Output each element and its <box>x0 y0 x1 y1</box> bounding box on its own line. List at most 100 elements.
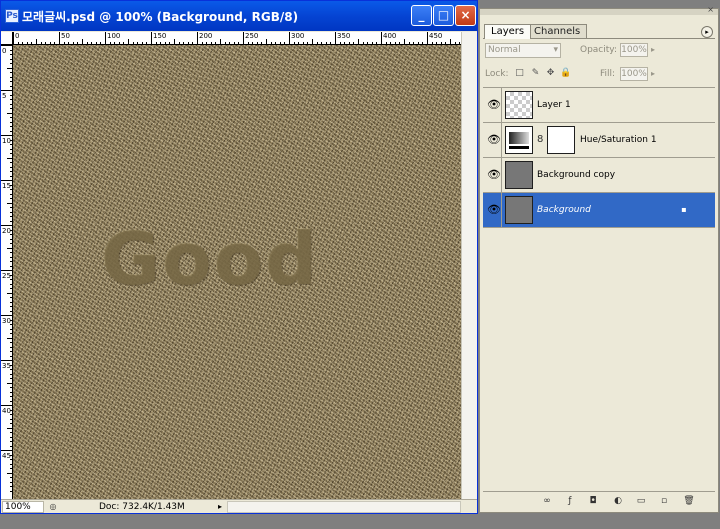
status-bar: 100% ◎ Doc: 732.4K/1.43M ▸ <box>1 499 477 513</box>
layer-thumbnail[interactable] <box>505 196 533 224</box>
photoshop-app-icon[interactable]: Ps <box>5 9 19 23</box>
new-group-icon[interactable]: ▭ <box>634 495 648 507</box>
ruler-major-tick <box>1 135 12 136</box>
ruler-label: 0 <box>2 47 7 55</box>
layer-row-hue-saturation-1[interactable]: 👁 8 Hue/Saturation 1 <box>483 123 715 158</box>
horizontal-scrollbar[interactable] <box>227 501 461 513</box>
layer-thumbnail[interactable] <box>505 91 533 119</box>
fill-field[interactable]: 100% <box>620 67 648 81</box>
layer-row-background[interactable]: 👁 Background ▪ <box>483 193 715 228</box>
link-chain-icon[interactable]: 8 <box>537 134 543 145</box>
vertical-ruler[interactable]: 0 5 10 15 20 25 30 35 40 45 <box>1 45 13 499</box>
new-adjustment-layer-icon[interactable]: ◐ <box>611 495 625 507</box>
visibility-eye-icon[interactable]: 👁 <box>487 204 501 216</box>
ruler-origin[interactable] <box>1 32 13 45</box>
ruler-major-tick <box>243 32 244 44</box>
ruler-major-tick <box>1 45 12 46</box>
document-size-info: Doc: 732.4K/1.43M <box>99 502 185 512</box>
eye-column-divider <box>501 123 502 158</box>
adjustment-layer-icon[interactable] <box>505 126 533 154</box>
ruler-major-tick <box>1 360 12 361</box>
layer-name[interactable]: Layer 1 <box>537 99 571 111</box>
ruler-label: 0 <box>15 32 20 40</box>
ruler-label: 200 <box>199 32 213 40</box>
lock-all-icon[interactable]: 🔒 <box>560 68 571 79</box>
eye-column-divider <box>501 88 502 123</box>
histogram-base <box>509 146 529 149</box>
layers-palette: × Layers Channels ▸ Normal ▾ Opacity: 10… <box>479 5 719 513</box>
ruler-major-tick <box>1 225 12 226</box>
lock-position-icon[interactable]: ✥ <box>545 68 556 79</box>
ruler-major-tick <box>1 450 12 451</box>
image-canvas[interactable]: Good <box>13 45 461 499</box>
title-bar[interactable]: Ps 모래글씨.psd @ 100% (Background, RGB/8) _… <box>1 1 477 31</box>
visibility-eye-icon[interactable]: 👁 <box>487 169 501 181</box>
layer-lock-icon: ▪ <box>681 205 687 214</box>
tab-channels[interactable]: Channels <box>527 24 588 38</box>
blend-mode-select[interactable]: Normal ▾ <box>485 43 561 58</box>
layer-name[interactable]: Hue/Saturation 1 <box>580 134 657 146</box>
ruler-major-tick <box>1 90 12 91</box>
horizontal-ruler[interactable]: 0 50 100 150 200 250 300 350 400 450 <box>13 32 461 45</box>
visibility-eye-icon[interactable]: 👁 <box>487 99 501 111</box>
palette-close-icon[interactable]: × <box>707 5 714 14</box>
ruler-label: 100 <box>107 32 121 40</box>
eye-column-divider <box>501 158 502 193</box>
visibility-eye-icon[interactable]: 👁 <box>487 134 501 146</box>
opacity-field[interactable]: 100% <box>620 43 648 57</box>
ruler-major-tick <box>13 32 14 44</box>
layer-row-background-copy[interactable]: 👁 Background copy <box>483 158 715 193</box>
status-info-icon[interactable]: ◎ <box>47 502 59 512</box>
new-layer-icon[interactable]: ▫ <box>657 495 671 507</box>
ruler-label: 150 <box>153 32 167 40</box>
document-title: 모래글씨.psd @ 100% (Background, RGB/8) <box>22 10 299 24</box>
layer-mask-thumbnail[interactable] <box>547 126 575 154</box>
layer-style-icon[interactable]: ƒ <box>563 495 577 507</box>
sand-text-good: Good <box>101 217 319 301</box>
ruler-major-tick <box>59 32 60 44</box>
lock-transparent-icon[interactable]: □ <box>514 68 525 79</box>
layer-name[interactable]: Background copy <box>537 169 615 181</box>
add-mask-icon[interactable]: ◘ <box>586 495 600 507</box>
palette-grip[interactable]: × <box>480 5 718 15</box>
ruler-label: 350 <box>337 32 351 40</box>
tab-layers[interactable]: Layers <box>484 24 532 39</box>
ruler-major-tick <box>1 405 12 406</box>
ruler-label: 450 <box>429 32 443 40</box>
ruler-label: 300 <box>291 32 305 40</box>
ruler-major-tick <box>151 32 152 44</box>
ruler-major-tick <box>335 32 336 44</box>
layer-name[interactable]: Background <box>537 204 591 216</box>
zoom-level-field[interactable]: 100% <box>2 501 44 513</box>
ruler-major-tick <box>427 32 428 44</box>
ruler-major-tick <box>105 32 106 44</box>
trash-icon[interactable]: 🗑 <box>682 495 696 507</box>
minimize-button[interactable]: _ <box>411 5 432 26</box>
opacity-label: Opacity: <box>580 45 617 55</box>
lock-label: Lock: <box>485 69 509 79</box>
ruler-major-tick <box>381 32 382 44</box>
layers-panel-body: Normal ▾ Opacity: 100% ▸ Lock: □ ✎ ✥ 🔒 F… <box>483 38 715 508</box>
ruler-major-tick <box>289 32 290 44</box>
palette-menu-button[interactable]: ▸ <box>701 26 713 38</box>
maximize-button[interactable]: □ <box>433 5 454 26</box>
close-button[interactable]: × <box>455 5 476 26</box>
link-layers-icon[interactable]: ∞ <box>540 495 554 507</box>
opacity-arrow-icon[interactable]: ▸ <box>651 43 661 57</box>
vertical-scrollbar[interactable] <box>461 32 477 499</box>
ruler-label: 50 <box>61 32 70 40</box>
ruler-major-tick <box>197 32 198 44</box>
ruler-label: 250 <box>245 32 259 40</box>
layers-footer-toolbar: ∞ ƒ ◘ ◐ ▭ ▫ 🗑 <box>483 491 715 509</box>
fill-arrow-icon[interactable]: ▸ <box>651 67 661 81</box>
ruler-label: 5 <box>2 92 7 100</box>
ruler-major-tick <box>1 315 12 316</box>
histogram-icon <box>509 132 529 144</box>
document-window: Ps 모래글씨.psd @ 100% (Background, RGB/8) _… <box>0 0 478 514</box>
layer-thumbnail[interactable] <box>505 161 533 189</box>
chevron-down-icon: ▾ <box>553 45 558 55</box>
ruler-major-tick <box>1 180 12 181</box>
status-menu-arrow-icon[interactable]: ▸ <box>218 502 222 511</box>
lock-image-icon[interactable]: ✎ <box>530 68 541 79</box>
layer-row-layer-1[interactable]: 👁 Layer 1 <box>483 88 715 123</box>
